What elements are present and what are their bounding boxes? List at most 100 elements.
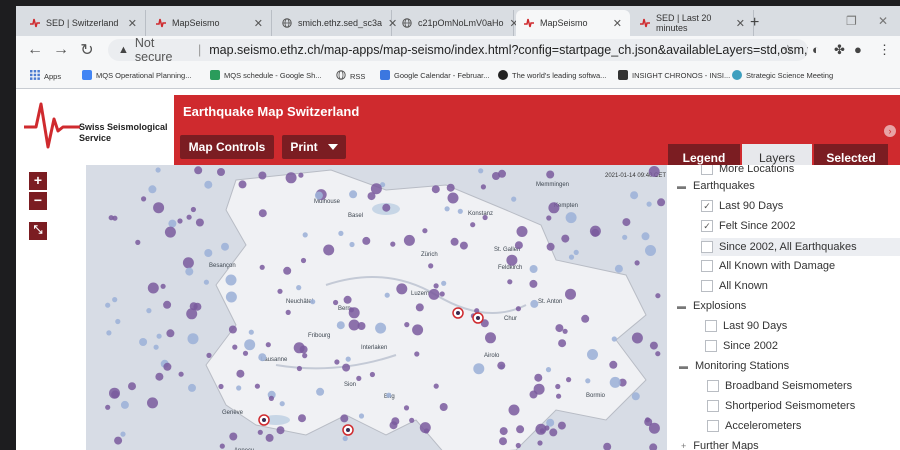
earthquake-marker[interactable] [457,208,463,214]
fullscreen-icon[interactable]: ⤡ [29,222,47,240]
earthquake-marker[interactable] [549,428,558,437]
earthquake-marker[interactable] [334,359,340,365]
checkbox[interactable] [701,165,713,175]
earthquake-marker[interactable] [641,232,650,241]
collapse-minus-icon[interactable]: ▬ [677,301,686,311]
earthquake-marker[interactable] [265,342,271,348]
earthquake-marker[interactable] [135,239,141,245]
layer-eq-felt[interactable]: ✓ Felt Since 2002 [701,220,795,232]
earthquake-marker[interactable] [557,421,566,430]
group-explosions[interactable]: ▬ Explosions [677,300,746,312]
earthquake-marker[interactable] [485,332,496,344]
collapse-minus-icon[interactable]: ▬ [679,361,688,371]
earthquake-marker[interactable] [106,330,112,336]
checkbox[interactable] [705,340,717,352]
earthquake-marker[interactable] [333,299,339,306]
earthquake-marker[interactable] [631,392,640,401]
layer-accelerometers[interactable]: Accelerometers [707,420,801,432]
earthquake-marker[interactable] [492,172,500,180]
earthquake-marker[interactable] [342,435,348,442]
earthquake-marker[interactable] [139,338,148,346]
earthquake-marker[interactable] [611,336,617,342]
earthquake-marker[interactable] [186,308,198,320]
earthquake-marker[interactable] [225,274,237,286]
earthquake-marker[interactable] [342,363,351,372]
collapse-minus-icon[interactable]: ▬ [677,181,686,191]
earthquake-marker[interactable] [298,172,304,178]
earthquake-marker[interactable] [115,318,121,325]
earthquake-marker[interactable] [186,214,192,220]
checkbox[interactable] [705,320,717,332]
earthquake-marker[interactable] [369,371,375,378]
earthquake-marker[interactable] [254,383,260,389]
bookmark-insight[interactable]: INSIGHT CHRONOS - INSI... [618,70,730,80]
earthquake-marker[interactable] [535,423,547,435]
earthquake-marker[interactable] [336,321,345,330]
earthquake-marker[interactable] [649,341,658,350]
earthquake-marker[interactable] [609,360,618,369]
earthquake-marker[interactable] [529,279,538,288]
checkbox[interactable] [701,241,713,253]
earthquake-marker[interactable] [482,214,488,221]
restore-icon[interactable]: ❐ [846,14,857,28]
earthquake-marker[interactable] [384,292,390,298]
earthquake-marker[interactable] [415,303,424,312]
earthquake-marker[interactable] [439,403,448,411]
earthquake-marker[interactable] [163,362,172,371]
earthquake-marker[interactable] [283,266,292,275]
earthquake-marker[interactable] [555,324,564,333]
earthquake-marker[interactable] [534,373,543,382]
earthquake-marker[interactable] [258,353,267,362]
earthquake-marker[interactable] [340,414,349,423]
star-icon[interactable]: ☆ [782,42,794,58]
earthquake-marker[interactable] [511,196,517,202]
new-tab-icon[interactable]: + [750,14,759,32]
checkbox[interactable] [707,400,719,412]
bookmark-apps[interactable]: Apps [30,70,61,82]
earthquake-marker[interactable] [459,241,468,250]
earthquake-marker[interactable] [300,257,307,264]
earthquake-marker[interactable] [508,404,520,416]
earthquake-marker[interactable] [646,201,652,207]
layer-ex-last-90[interactable]: Last 90 Days [705,320,787,332]
earthquake-marker[interactable] [105,404,111,410]
earthquake-marker[interactable] [433,283,439,289]
earthquake-marker[interactable] [558,339,567,348]
tab-c21p[interactable]: c21pOmNoLmV0aHo ✕ [394,10,519,36]
layer-shortperiod[interactable]: Shortperiod Seismometers [707,400,855,412]
earthquake-marker[interactable] [565,288,576,300]
zoom-in-button[interactable]: + [29,172,47,190]
earthquake-marker[interactable] [268,395,274,401]
earthquake-marker[interactable] [257,429,263,435]
earthquake-marker[interactable] [631,332,643,344]
earthquake-marker[interactable] [609,376,621,388]
earthquake-marker[interactable] [409,417,415,423]
earthquake-marker[interactable] [516,425,525,434]
earthquake-marker[interactable] [182,257,194,269]
forward-icon[interactable]: → [48,41,74,59]
earthquake-marker[interactable] [562,328,568,334]
tab-smich[interactable]: smich.ethz.sed_sc3a ✕ [274,10,397,36]
earthquake-marker[interactable] [164,226,176,238]
earthquake-marker[interactable] [648,422,660,434]
earthquake-marker[interactable] [128,382,136,391]
earthquake-marker[interactable] [155,372,164,381]
earthquake-marker[interactable] [499,427,508,436]
earthquake-marker[interactable] [242,350,249,356]
earthquake-marker[interactable] [561,234,570,243]
earthquake-marker[interactable] [655,351,661,357]
checkbox-checked[interactable]: ✓ [701,220,713,232]
earthquake-marker[interactable] [203,279,209,285]
earthquake-marker[interactable] [163,300,172,309]
earthquake-marker[interactable] [403,234,415,246]
earthquake-marker[interactable] [232,344,238,350]
earthquake-marker[interactable] [285,309,291,315]
earthquake-marker[interactable] [108,215,114,221]
earthquake-marker[interactable] [516,226,528,237]
address-bar[interactable]: ▲ Not secure | map.seismo.ethz.ch/map-ap… [108,36,808,64]
earthquake-marker[interactable] [190,206,196,213]
earthquake-marker[interactable] [439,291,445,297]
earthquake-marker[interactable] [403,405,410,411]
earthquake-marker[interactable] [155,167,161,173]
earthquake-marker[interactable] [412,324,424,336]
